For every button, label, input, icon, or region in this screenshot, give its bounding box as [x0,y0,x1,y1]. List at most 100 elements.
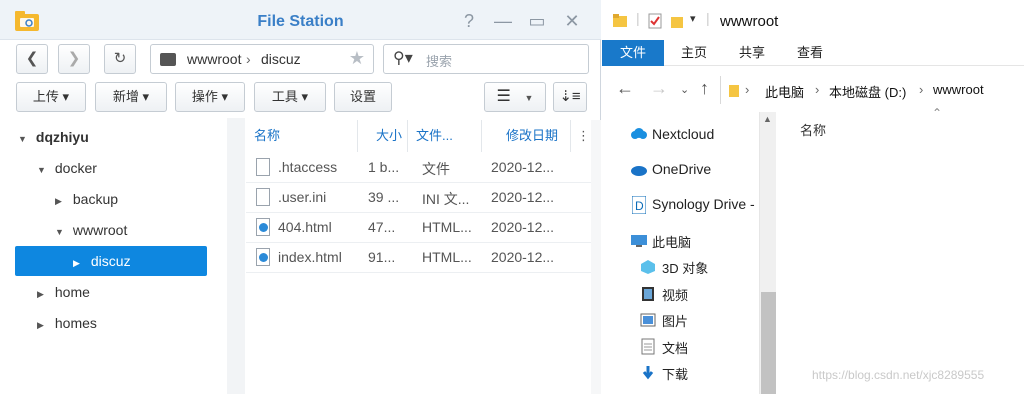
close-button[interactable]: ✕ [561,10,583,32]
folder-tree: ▼ dqzhiyu ▼ docker ▶ backup ▼ wwwroot ▶ … [0,118,228,394]
nav-item-synology-drive[interactable]: D Synology Drive - [630,196,755,214]
caret-down-icon[interactable]: ▼ [18,124,32,154]
panel-splitter[interactable] [227,118,245,394]
properties-icon[interactable] [648,13,662,29]
nav-item-label: 图片 [662,314,689,329]
tree-item-label: wwwroot [72,222,128,238]
caret-right-icon[interactable]: ▶ [37,279,51,309]
file-modified: 2020-12... [491,219,555,235]
file-type: HTML... [422,249,472,265]
nav-item-3d-objects[interactable]: 3D 对象 [640,258,708,277]
explorer-title: wwwroot [720,13,779,30]
upload-button[interactable]: 上传 ▾ [16,82,86,112]
file-content-area: ⌃ 名称 [776,106,1024,394]
column-header-modified[interactable]: 修改日期 [482,120,571,152]
nav-item-downloads[interactable]: 下载 [640,364,688,383]
address-segment-pc[interactable]: 此电脑 [765,82,804,101]
chevron-right-icon: › [815,82,820,97]
maximize-button[interactable]: ▭ [526,10,548,32]
pc-icon [631,235,647,247]
watermark: https://blog.csdn.net/xjc8289555 [812,368,985,382]
forward-arrow-icon[interactable]: → [650,78,668,99]
star-icon[interactable]: ★ [349,48,365,69]
address-segment-drive[interactable]: 本地磁盘 (D:) [829,82,906,101]
breadcrumb-discuz[interactable]: discuz [261,51,301,67]
tree-item-label: home [54,284,90,300]
sort-caret-icon: ⌃ [932,106,943,120]
folder-icon [160,53,176,66]
caret-down-icon[interactable]: ▼ [55,217,69,247]
tree-item-label: docker [54,160,97,176]
quick-access-dropdown-icon[interactable]: ▾ [690,12,696,25]
file-list-scrollbar[interactable] [591,120,601,394]
tree-item-homes[interactable]: ▶ homes [37,308,97,338]
tree-item-discuz[interactable]: ▶ discuz [15,246,207,276]
tree-item-label: dqzhiyu [35,129,89,145]
caret-right-icon[interactable]: ▶ [55,186,69,216]
file-modified: 2020-12... [491,189,555,205]
up-arrow-icon[interactable]: ↑ [700,78,709,99]
create-button[interactable]: 新增 ▾ [95,82,167,112]
help-button[interactable]: ? [458,10,480,32]
download-icon [642,366,654,380]
chevron-right-icon: ❯ [67,50,81,67]
column-header-name[interactable]: 名称 [800,120,826,139]
caret-right-icon[interactable]: ▶ [73,248,87,278]
file-station-window: File Station ? — ▭ ✕ ❮ ❯ ↻ wwwroot › dis… [0,0,601,394]
tree-item-wwwroot[interactable]: ▼ wwwroot [55,215,127,245]
recent-locations-icon[interactable]: ⌄ [680,83,689,96]
navigation-toolbar: ❮ ❯ ↻ wwwroot › discuz ★ ⚲▾ 搜索 [0,40,601,76]
tools-button[interactable]: 工具 ▾ [254,82,326,112]
settings-button[interactable]: 设置 [334,82,392,112]
search-field[interactable]: ⚲▾ 搜索 [383,44,589,74]
table-row[interactable]: 404.html 47... HTML... 2020-12... [246,213,591,243]
search-icon[interactable]: ⚲▾ [393,48,413,68]
tab-home[interactable]: 主页 [668,40,720,66]
nav-item-nextcloud[interactable]: Nextcloud [630,126,714,142]
explorer-titlebar: | ▾ | wwwroot [602,0,1024,40]
navigation-pane: Nextcloud OneDrive D Synology Drive - 此电… [602,112,774,394]
caret-down-icon[interactable]: ▼ [37,155,51,185]
tab-view[interactable]: 查看 [784,40,836,66]
column-header-name[interactable]: 名称 [246,120,358,152]
tree-item-docker[interactable]: ▼ docker [37,153,97,183]
nav-item-documents[interactable]: 文档 [640,338,688,357]
scrollbar-thumb[interactable] [761,292,776,394]
table-row[interactable]: .htaccess 1 b... 文件 2020-12... [246,153,591,183]
forward-button[interactable]: ❯ [58,44,90,74]
view-mode-button[interactable]: ☰ ▼ [484,82,546,112]
html-icon [256,248,270,266]
nav-item-pictures[interactable]: 图片 [640,311,688,330]
nav-item-this-pc[interactable]: 此电脑 [630,232,691,251]
nav-pane-scrollbar[interactable]: ▲ [759,112,776,394]
address-segment-wwwroot[interactable]: wwwroot [933,82,984,97]
column-menu-icon[interactable]: ⋮ [571,120,591,152]
table-row[interactable]: index.html 91... HTML... 2020-12... [246,243,591,273]
back-button[interactable]: ❮ [16,44,48,74]
action-button[interactable]: 操作 ▾ [175,82,245,112]
caret-right-icon[interactable]: ▶ [37,310,51,340]
html-icon [256,218,270,236]
scroll-up-icon[interactable]: ▲ [763,114,772,124]
tab-share[interactable]: 共享 [726,40,778,66]
new-folder-icon[interactable] [670,13,684,29]
tab-file[interactable]: 文件 [602,40,664,66]
path-bar[interactable]: wwwroot › discuz ★ [150,44,374,74]
minimize-button[interactable]: — [492,10,514,32]
column-header-size[interactable]: 大小 [358,120,408,152]
nav-item-onedrive[interactable]: OneDrive [630,161,711,177]
tree-item-backup[interactable]: ▶ backup [55,184,118,214]
nav-item-videos[interactable]: 视频 [640,285,688,304]
tree-item-home[interactable]: ▶ home [37,277,90,307]
file-name: 404.html [278,219,332,235]
tree-item-dqzhiyu[interactable]: ▼ dqzhiyu [18,122,89,152]
back-arrow-icon[interactable]: ← [616,78,634,99]
address-bar[interactable]: › 此电脑 › 本地磁盘 (D:) › wwwroot [720,76,1024,104]
breadcrumb-wwwroot[interactable]: wwwroot [187,51,241,67]
video-icon [642,287,654,301]
sort-button[interactable]: ⇣≡ [553,82,587,112]
column-header-type[interactable]: 文件... [408,120,482,152]
refresh-button[interactable]: ↻ [104,44,136,74]
svg-text:D: D [635,199,644,213]
table-row[interactable]: .user.ini 39 ... INI 文... 2020-12... [246,183,591,213]
